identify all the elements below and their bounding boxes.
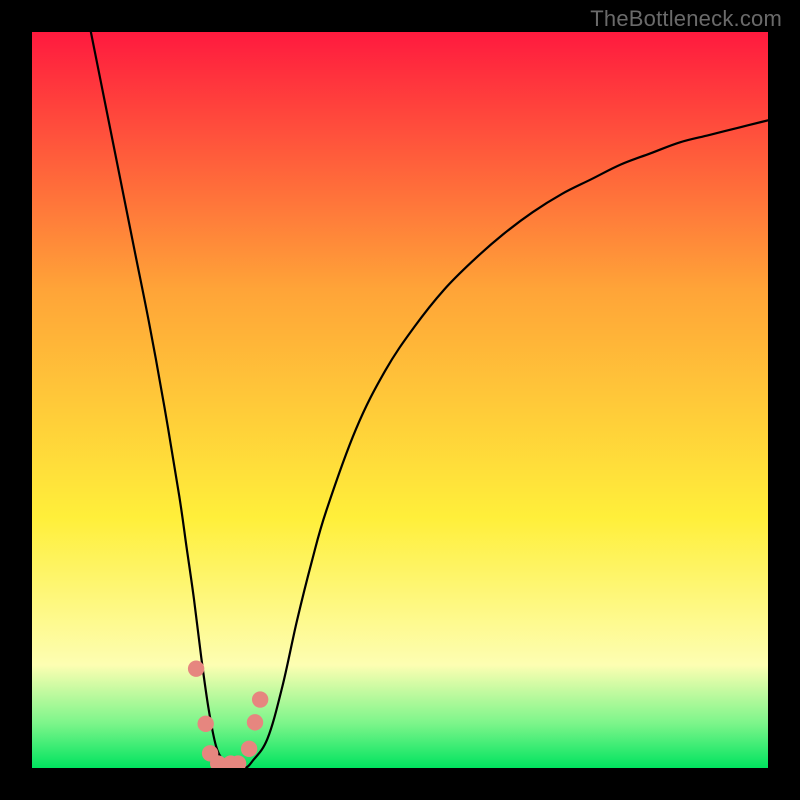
watermark-text: TheBottleneck.com — [590, 6, 782, 32]
curve-marker — [247, 714, 263, 730]
curve-markers — [188, 660, 268, 768]
curve-marker — [252, 691, 268, 707]
curve-marker — [188, 660, 204, 676]
bottleneck-curve — [91, 32, 768, 768]
curve-marker — [198, 716, 214, 732]
plot-area — [32, 32, 768, 768]
chart-svg — [32, 32, 768, 768]
outer-frame: TheBottleneck.com — [0, 0, 800, 800]
curve-marker — [241, 741, 257, 757]
